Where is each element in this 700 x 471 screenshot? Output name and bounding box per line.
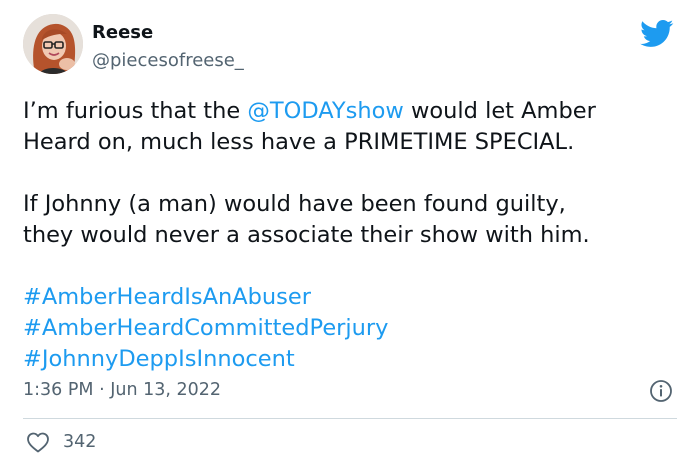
hashtag-link[interactable]: #AmberHeardIsAnAbuser xyxy=(23,282,683,313)
divider xyxy=(23,418,677,419)
tweet-line: I’m furious that the @TODAYshow would le… xyxy=(23,96,683,127)
tweet-line: they would never a associate their show … xyxy=(23,222,590,248)
avatar[interactable] xyxy=(23,14,83,74)
hashtag-link[interactable]: #AmberHeardCommittedPerjury xyxy=(23,313,683,344)
timestamp[interactable]: 1:36 PM · Jun 13, 2022 xyxy=(23,380,221,400)
tweet-line: Heard on, much less have a PRIMETIME SPE… xyxy=(23,129,575,155)
tweet-text-segment: I’m furious that the xyxy=(23,98,248,124)
like-count[interactable]: 342 xyxy=(63,432,96,452)
author-handle[interactable]: @piecesofreese_ xyxy=(92,50,244,71)
twitter-bird-icon[interactable] xyxy=(640,20,674,48)
mention-link[interactable]: @TODAYshow xyxy=(247,98,403,124)
tweet-card: Reese @piecesofreese_ I’m furious that t… xyxy=(0,0,700,471)
heart-icon[interactable] xyxy=(26,431,50,453)
tweet-text-segment: would let Amber xyxy=(403,98,596,124)
hashtag-link[interactable]: #JohnnyDeppIsInnocent xyxy=(23,344,683,375)
author-name[interactable]: Reese xyxy=(92,22,153,43)
tweet-line: If Johnny (a man) would have been found … xyxy=(23,191,566,217)
info-icon[interactable] xyxy=(649,379,673,403)
tweet-text: I’m furious that the @TODAYshow would le… xyxy=(23,96,683,375)
